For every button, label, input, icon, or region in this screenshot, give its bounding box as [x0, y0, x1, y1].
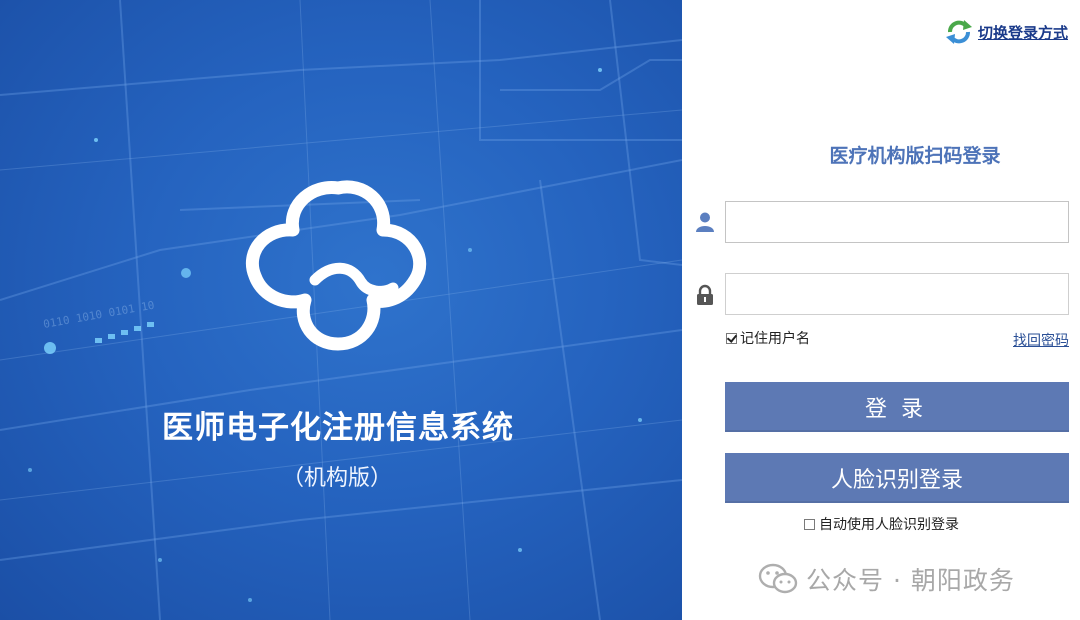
watermark-text: 公众号 · 朝阳政务: [806, 566, 1015, 595]
switch-login-method-link[interactable]: 切换登录方式: [944, 18, 1068, 46]
login-button[interactable]: 登录: [725, 382, 1069, 432]
refresh-arrows-icon: [945, 20, 972, 44]
remember-label: 记住用户名: [740, 331, 810, 347]
username-input[interactable]: [725, 201, 1069, 243]
login-title: 医疗机构版扫码登录: [829, 145, 1001, 167]
system-title: 医师电子化注册信息系统: [162, 410, 514, 446]
lock-icon: [697, 284, 713, 305]
auto-face-label: 自动使用人脸识别登录: [819, 517, 959, 533]
switch-login-method-label: 切换登录方式: [977, 23, 1068, 42]
system-subtitle: （机构版）: [281, 466, 392, 491]
hero-panel: 0110 1010 0101 10 医师电子化注册信息系统 （机构版）: [0, 0, 682, 620]
user-icon: [696, 212, 714, 232]
password-input[interactable]: [725, 273, 1069, 315]
remember-checkbox[interactable]: [726, 332, 737, 344]
face-login-button[interactable]: 人脸识别登录: [725, 453, 1069, 503]
auto-face-login[interactable]: 自动使用人脸识别登录: [804, 514, 959, 534]
auto-face-checkbox[interactable]: [804, 518, 815, 530]
cloud-logo-icon: [245, 180, 427, 351]
wechat-icon: [758, 563, 798, 594]
remember-username[interactable]: 记住用户名: [726, 328, 810, 348]
login-panel: 切换登录方式 医疗机构版扫码登录 记住用户名 找回密码 登录 人脸识别登录 自动…: [682, 0, 1080, 620]
forgot-password-link[interactable]: 找回密码: [1013, 330, 1069, 350]
watermark: 公众号 · 朝阳政务: [758, 561, 1015, 597]
